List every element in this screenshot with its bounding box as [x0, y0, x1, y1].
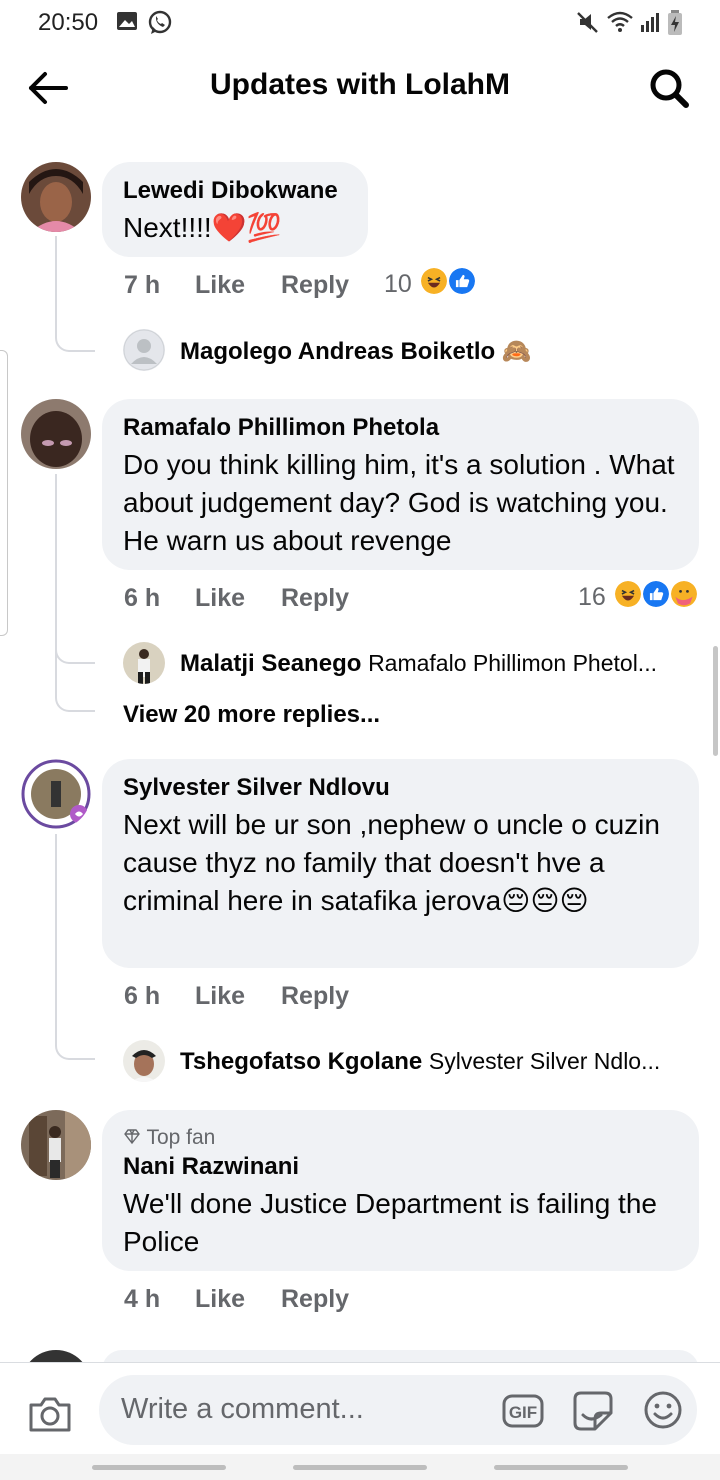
signal-icon [641, 13, 659, 32]
haha-reaction-icon [613, 579, 643, 609]
reply-button[interactable]: Reply [281, 1285, 349, 1314]
comment-text: We'll done Justice Department is failing… [123, 1188, 657, 1257]
top-fan-badge: Top fan [123, 1126, 215, 1150]
haha-reaction-icon [419, 266, 449, 296]
status-bar: 20:50 [0, 0, 720, 46]
sticker-icon [573, 1391, 613, 1431]
sticker-button[interactable] [571, 1389, 615, 1433]
diamond-icon [124, 1129, 140, 1145]
reply-button[interactable]: Reply [281, 271, 349, 300]
avatar-nani[interactable] [21, 1110, 91, 1180]
comment-author[interactable]: Ramafalo Phillimon Phetola [123, 414, 439, 442]
comment-time: 7 h [124, 271, 161, 299]
gif-icon: GIF [502, 1394, 544, 1428]
system-nav-bar [0, 1454, 720, 1480]
comment-text: Do you think killing him, it's a solutio… [123, 449, 675, 556]
care-reaction-icon [669, 579, 699, 609]
reply-snippet: Sylvester Silver Ndlo... [428, 1048, 661, 1074]
reply-button[interactable]: Reply [281, 982, 349, 1011]
camera-button[interactable] [28, 1395, 72, 1433]
view-more-replies-link[interactable]: View 20 more replies... [123, 701, 380, 729]
avatar-ramafalo[interactable] [21, 399, 91, 469]
comment-author[interactable]: Nani Razwinani [123, 1153, 299, 1181]
scrollbar[interactable] [713, 646, 718, 756]
search-button[interactable] [646, 66, 696, 112]
comment-time: 6 h [124, 982, 161, 1010]
comment-author[interactable]: Sylvester Silver Ndlovu [123, 774, 390, 802]
reaction-count[interactable]: 16 [578, 583, 606, 612]
nav-recents-button[interactable] [92, 1465, 226, 1470]
status-time: 20:50 [38, 9, 99, 36]
mute-icon [577, 12, 598, 33]
reply-author[interactable]: Tshegofatso Kgolane Sylvester Silver Ndl… [180, 1048, 660, 1076]
comment-text: Next!!!!❤️💯 [123, 212, 282, 243]
thread-line [55, 660, 95, 712]
comment-box[interactable]: GIF [99, 1375, 697, 1445]
avatar-sylvester[interactable] [21, 759, 91, 829]
battery-charging-icon [668, 10, 682, 35]
reaction-count[interactable]: 10 [384, 270, 412, 299]
comment-time: 6 h [124, 584, 161, 612]
avatar-malatji[interactable] [123, 642, 165, 684]
like-button[interactable]: Like [195, 1285, 245, 1314]
gif-button[interactable]: GIF [502, 1393, 544, 1429]
reply-button[interactable]: Reply [281, 584, 349, 613]
avatar-magolego[interactable] [123, 329, 165, 371]
like-button[interactable]: Like [195, 271, 245, 300]
like-reaction-icon [641, 579, 671, 609]
reply-snippet: Ramafalo Phillimon Phetol... [368, 650, 657, 676]
emoji-icon [644, 1391, 682, 1429]
thread-line [55, 236, 95, 352]
nav-home-button[interactable] [293, 1465, 427, 1470]
camera-icon [29, 1397, 71, 1432]
like-reaction-icon [447, 266, 477, 296]
search-icon [650, 69, 689, 108]
whatsapp-icon [148, 10, 172, 34]
wifi-icon [607, 11, 633, 32]
like-button[interactable]: Like [195, 982, 245, 1011]
like-button[interactable]: Like [195, 584, 245, 613]
avatar-lewedi[interactable] [21, 162, 91, 232]
avatar-tshegofatso[interactable] [123, 1040, 165, 1082]
comment-composer: GIF [0, 1362, 720, 1454]
gif-label: GIF [509, 1403, 537, 1422]
emoji-button[interactable] [643, 1390, 683, 1430]
comment-author[interactable]: Lewedi Dibokwane [123, 177, 338, 205]
nav-back-button[interactable] [494, 1465, 628, 1470]
page-title: Updates with LolahM [210, 68, 510, 101]
app-header: Updates with LolahM [0, 46, 720, 132]
thread-line [55, 834, 95, 1060]
reply-author[interactable]: Magolego Andreas Boiketlo 🙈 [180, 337, 532, 366]
thread-line [55, 474, 57, 660]
reply-author[interactable]: Malatji Seanego Ramafalo Phillimon Pheto… [180, 650, 657, 678]
comment-text: Next will be ur son ,nephew o uncle o cu… [123, 809, 660, 916]
comment-time: 4 h [124, 1285, 161, 1313]
edge-handle [0, 350, 8, 636]
gallery-icon [117, 12, 137, 30]
comment-input[interactable] [121, 1391, 491, 1427]
